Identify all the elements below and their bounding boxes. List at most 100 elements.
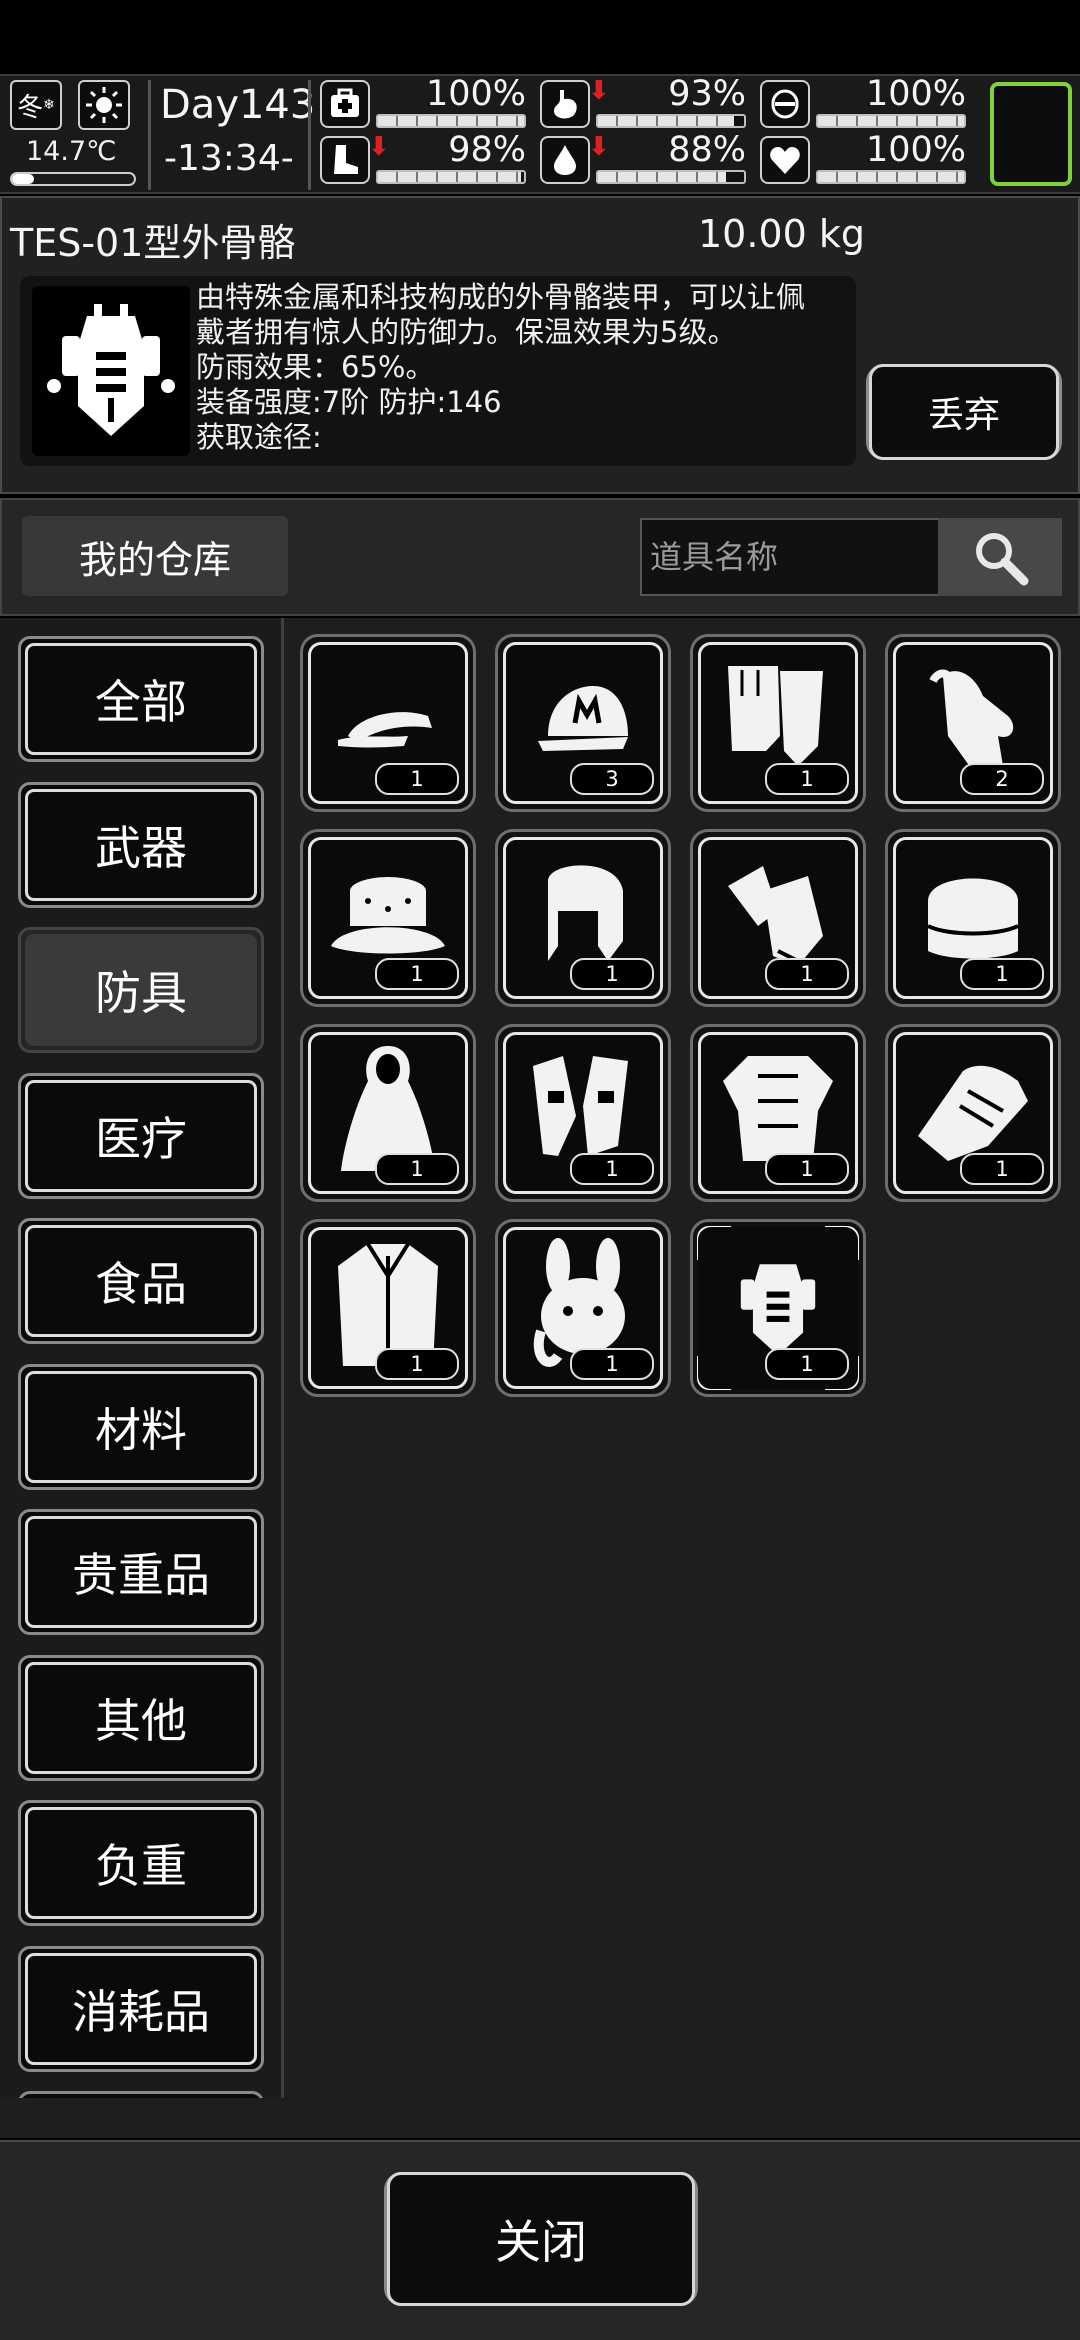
item-slot[interactable]: 1 [495, 1219, 671, 1397]
stat-sleep: 100% [760, 74, 970, 134]
day-label: Day143 [160, 82, 316, 128]
discard-button-label: 丢弃 [869, 364, 1059, 460]
category-label: 消耗品 [25, 1952, 257, 2065]
stat-percent: 88% [668, 130, 746, 170]
water-drop-icon [540, 136, 590, 184]
equipment-slot-frame[interactable] [990, 82, 1072, 186]
bottom-bar: 关闭 [0, 2140, 1080, 2340]
item-slot-frame: 1 [893, 837, 1053, 999]
category-tab-0[interactable]: 全部 [18, 636, 264, 762]
item-slot[interactable]: 1 [690, 634, 866, 812]
item-count-badge: 1 [765, 763, 849, 795]
item-slot-frame: 1 [698, 1032, 858, 1194]
category-tab-3[interactable]: 医疗 [18, 1072, 264, 1199]
category-tab-5[interactable]: 材料 [18, 1363, 264, 1490]
description-line: 获取途径: [196, 420, 322, 454]
warehouse-bar: 我的仓库 [0, 498, 1080, 616]
my-warehouse-button[interactable]: 我的仓库 [22, 516, 288, 596]
item-count-badge: 1 [765, 1153, 849, 1185]
item-slot-frame: 1 [503, 1032, 663, 1194]
item-slot[interactable]: 1 [300, 1219, 476, 1397]
category-tab-8[interactable]: 负重 [18, 1800, 264, 1926]
item-slot-frame: 1 [698, 837, 858, 999]
stat-health: 100% [320, 74, 530, 134]
exoskeleton-icon [32, 286, 190, 456]
stat-bar [816, 170, 966, 184]
item-slot[interactable]: 1 [690, 829, 866, 1007]
category-tab-10[interactable]: 维修 [18, 2091, 264, 2098]
category-sidebar[interactable]: 全部武器防具医疗食品材料贵重品其他负重消耗品维修 [0, 618, 284, 2098]
stomach-icon [540, 80, 590, 128]
item-slot-frame: 2 [893, 642, 1053, 804]
divider [308, 80, 311, 190]
category-tab-6[interactable]: 贵重品 [18, 1509, 264, 1635]
item-weight: 10.00 kg [698, 212, 865, 256]
sleep-icon [760, 80, 810, 128]
description-line: 由特殊金属和科技构成的外骨骼装甲，可以让佩 [196, 280, 806, 314]
item-slot[interactable]: 1 [495, 1024, 671, 1202]
stamina-boot-icon [320, 136, 370, 184]
inventory-area: 全部武器防具医疗食品材料贵重品其他负重消耗品维修 1 3 1 2 1 1 1 1 1 1 1 1 1 1 1 [0, 618, 1080, 2138]
season-snow-icon: 冬 ❄ [10, 80, 62, 130]
item-slot[interactable]: 1 [690, 1024, 866, 1202]
visor-cap-icon [328, 676, 448, 770]
stat-percent: 100% [425, 74, 526, 114]
item-description: 由特殊金属和科技构成的外骨骼装甲，可以让佩 戴者拥有惊人的防御力。保温效果为5级… [196, 280, 856, 455]
item-slot[interactable]: 1 [885, 829, 1061, 1007]
category-tab-9[interactable]: 消耗品 [18, 1945, 264, 2072]
item-count-badge: 1 [570, 1348, 654, 1380]
category-label: 防具 [25, 934, 257, 1046]
item-count-badge: 1 [375, 763, 459, 795]
category-tab-1[interactable]: 武器 [18, 781, 264, 908]
category-label: 全部 [25, 643, 257, 755]
stat-water-drop: ⬇ 88% [540, 130, 750, 190]
category-label: 材料 [25, 1370, 257, 1483]
time-label: -13:34- [164, 138, 294, 179]
stat-percent: 93% [668, 74, 746, 114]
category-label: 贵重品 [25, 1516, 257, 1628]
thermometer-icon [10, 172, 136, 186]
item-count-badge: 1 [960, 958, 1044, 990]
item-slot-frame: 1 [698, 1227, 858, 1389]
item-name: TES-01型外骨骼 [10, 221, 296, 265]
stat-bar [376, 114, 526, 128]
item-count-badge: 1 [375, 958, 459, 990]
item-slot[interactable]: 1 [495, 829, 671, 1007]
item-count-badge: 1 [960, 1153, 1044, 1185]
item-slot[interactable]: 1 [690, 1219, 866, 1397]
item-slot[interactable]: 1 [885, 1024, 1061, 1202]
item-slot[interactable]: 1 [300, 634, 476, 812]
close-button-label: 关闭 [387, 2172, 695, 2306]
item-search-input[interactable] [640, 518, 940, 596]
item-grid: 1 3 1 2 1 1 1 1 1 1 1 1 1 1 1 [290, 618, 1080, 2118]
item-detail-panel: TES-01型外骨骼 10.00 kg 由特殊金属和科技构成的外骨骼装甲，可以让… [0, 196, 1080, 494]
category-label: 负重 [25, 1807, 257, 1919]
discard-button[interactable]: 丢弃 [866, 364, 1062, 460]
item-slot[interactable]: 3 [495, 634, 671, 812]
search-button[interactable] [938, 518, 1062, 596]
item-slot[interactable]: 2 [885, 634, 1061, 812]
stat-bar [376, 170, 526, 184]
divider [148, 80, 151, 190]
heart-icon [760, 136, 810, 184]
item-count-badge: 2 [960, 763, 1044, 795]
item-count-badge: 1 [570, 1153, 654, 1185]
category-tab-7[interactable]: 其他 [18, 1654, 264, 1781]
item-count-badge: 3 [570, 763, 654, 795]
item-description-box: 由特殊金属和科技构成的外骨骼装甲，可以让佩 戴者拥有惊人的防御力。保温效果为5级… [20, 276, 856, 466]
item-slot[interactable]: 1 [300, 1024, 476, 1202]
health-icon [320, 80, 370, 128]
category-tab-4[interactable]: 食品 [18, 1218, 264, 1344]
category-label: 食品 [25, 1225, 257, 1337]
description-line: 戴者拥有惊人的防御力。保温效果为5级。 [196, 315, 737, 349]
close-button[interactable]: 关闭 [384, 2172, 698, 2306]
stat-stomach: ⬇ 93% [540, 74, 750, 134]
description-line: 装备强度:7阶 防护:146 [196, 385, 502, 419]
item-slot[interactable]: 1 [300, 829, 476, 1007]
category-tab-2[interactable]: 防具 [18, 927, 264, 1053]
item-count-badge: 1 [375, 1348, 459, 1380]
item-slot-frame: 1 [503, 1227, 663, 1389]
category-label: 其他 [25, 1661, 257, 1774]
stat-bar [596, 114, 746, 128]
category-label: 医疗 [25, 1079, 257, 1192]
